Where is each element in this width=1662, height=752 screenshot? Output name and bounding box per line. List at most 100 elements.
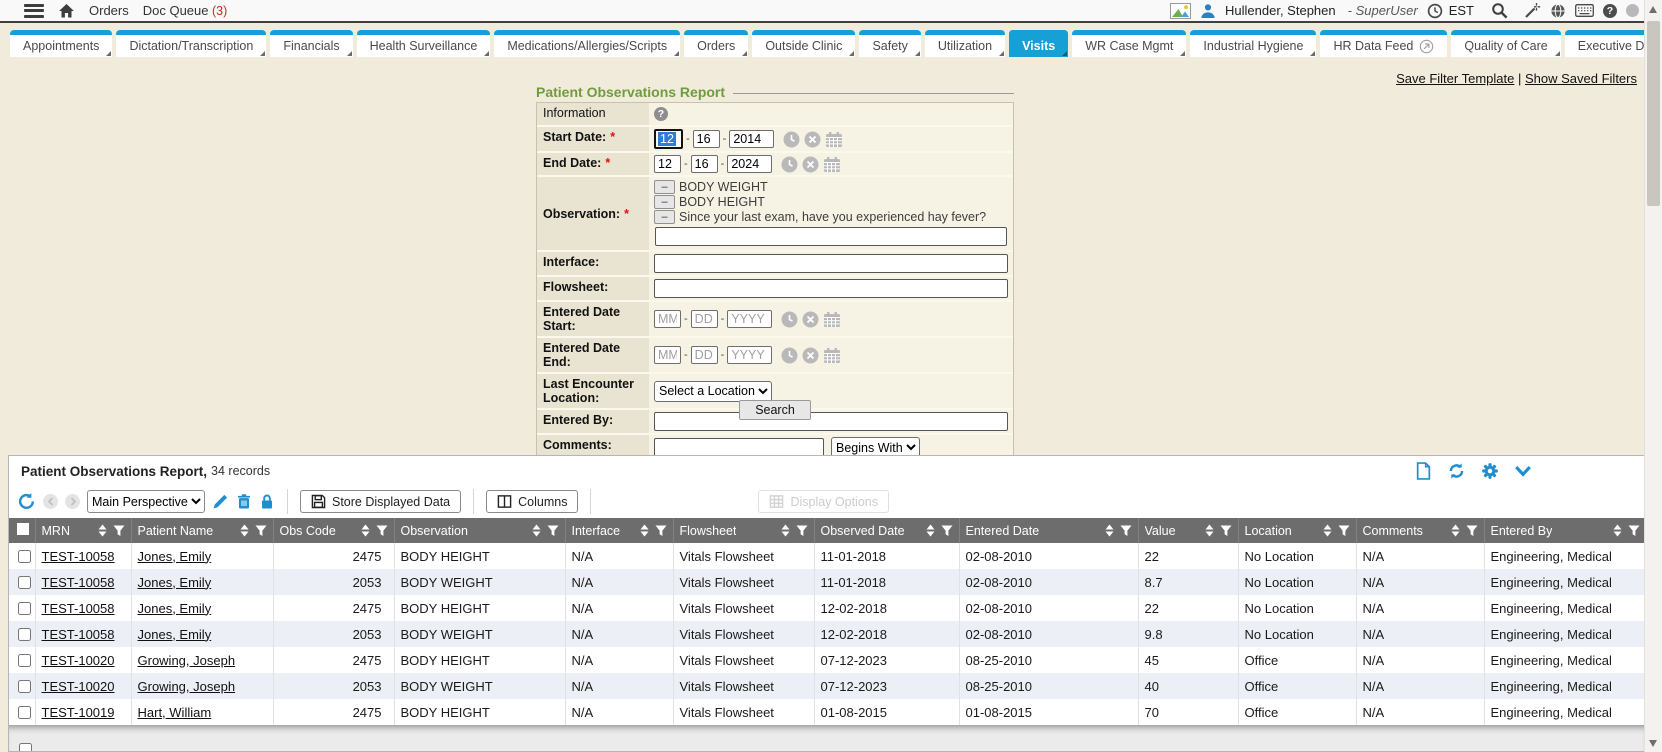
- filter-icon[interactable]: [1628, 525, 1640, 537]
- entered-date-end-calendar-icon[interactable]: [823, 347, 841, 364]
- column-header-comments[interactable]: Comments: [1356, 518, 1484, 543]
- search-icon[interactable]: [1491, 2, 1509, 20]
- sort-icon[interactable]: [532, 524, 541, 537]
- row-checkbox[interactable]: [18, 576, 31, 589]
- status-circle-icon[interactable]: [1626, 4, 1639, 17]
- entered-date-start-clear-icon[interactable]: [802, 311, 819, 328]
- search-button[interactable]: Search: [739, 400, 811, 420]
- start-date-now-icon[interactable]: [783, 131, 800, 148]
- user-name[interactable]: Hullender, Stephen: [1225, 3, 1336, 18]
- entered-date-start-day-input[interactable]: [691, 310, 718, 328]
- mrn-link[interactable]: TEST-10058: [42, 627, 115, 642]
- interface-input[interactable]: [654, 254, 1008, 273]
- row-checkbox[interactable]: [18, 550, 31, 563]
- entered-date-start-calendar-icon[interactable]: [823, 311, 841, 328]
- end-date-clear-icon[interactable]: [802, 156, 819, 173]
- entered-date-end-now-icon[interactable]: [781, 347, 798, 364]
- column-header-interface[interactable]: Interface: [565, 518, 673, 543]
- column-header-patient-name[interactable]: Patient Name: [131, 518, 273, 543]
- filter-icon[interactable]: [1120, 525, 1132, 537]
- reset-icon[interactable]: [17, 492, 36, 511]
- patient-name-link[interactable]: Growing, Joseph: [138, 679, 236, 694]
- image-icon[interactable]: [1170, 3, 1191, 19]
- tab-financials[interactable]: Financials: [270, 30, 352, 57]
- tab-utilization[interactable]: Utilization: [925, 30, 1005, 57]
- row-checkbox[interactable]: [18, 680, 31, 693]
- last-encounter-location-select[interactable]: Select a Location: [654, 381, 772, 402]
- tab-appointments[interactable]: Appointments: [10, 30, 112, 57]
- page-scrollbar[interactable]: [1644, 0, 1662, 752]
- entered-date-start-month-input[interactable]: [654, 310, 681, 328]
- remove-observation-button[interactable]: –: [654, 195, 675, 209]
- filter-icon[interactable]: [376, 525, 388, 537]
- patient-name-link[interactable]: Jones, Emily: [138, 601, 212, 616]
- show-saved-filters-link[interactable]: Show Saved Filters: [1525, 71, 1637, 86]
- filter-icon[interactable]: [655, 525, 667, 537]
- row-checkbox[interactable]: [18, 706, 31, 719]
- row-checkbox[interactable]: [18, 602, 31, 615]
- tab-orders[interactable]: Orders: [684, 30, 748, 57]
- column-header-observation[interactable]: Observation: [394, 518, 565, 543]
- tab-medications-allergies-scripts[interactable]: Medications/Allergies/Scripts: [494, 30, 680, 57]
- tab-safety[interactable]: Safety: [859, 30, 920, 57]
- select-all-checkbox[interactable]: [17, 523, 29, 535]
- perspective-select[interactable]: Main Perspective: [87, 490, 205, 513]
- patient-name-link[interactable]: Jones, Emily: [138, 549, 212, 564]
- scroll-down-icon[interactable]: [1649, 740, 1657, 747]
- tab-quality-of-care[interactable]: Quality of Care: [1451, 30, 1560, 57]
- mrn-link[interactable]: TEST-10058: [42, 601, 115, 616]
- observation-search-input[interactable]: [655, 227, 1007, 246]
- sort-icon[interactable]: [1105, 524, 1114, 537]
- column-header-obs-code[interactable]: Obs Code: [273, 518, 394, 543]
- entered-date-end-day-input[interactable]: [691, 346, 718, 364]
- column-header-mrn[interactable]: MRN: [35, 518, 131, 543]
- mrn-link[interactable]: TEST-10058: [42, 575, 115, 590]
- tab-visits[interactable]: Visits: [1009, 30, 1068, 57]
- scroll-up-icon[interactable]: [1649, 6, 1657, 13]
- filter-icon[interactable]: [1220, 525, 1232, 537]
- filter-icon[interactable]: [1338, 525, 1350, 537]
- end-date-now-icon[interactable]: [781, 156, 798, 173]
- entered-date-end-month-input[interactable]: [654, 346, 681, 364]
- tab-wr-case-mgmt[interactable]: WR Case Mgmt: [1072, 30, 1186, 57]
- help-icon[interactable]: ?: [1603, 4, 1617, 18]
- column-header-value[interactable]: Value: [1138, 518, 1238, 543]
- delete-perspective-icon[interactable]: [236, 493, 252, 510]
- footer-row-checkbox[interactable]: [19, 743, 32, 752]
- mrn-link[interactable]: TEST-10058: [42, 549, 115, 564]
- mrn-link[interactable]: TEST-10019: [42, 705, 115, 720]
- end-date-day-input[interactable]: [691, 155, 718, 173]
- scrollbar-thumb[interactable]: [1647, 21, 1660, 206]
- user-icon[interactable]: [1200, 3, 1216, 19]
- collapse-chevron-icon[interactable]: [1514, 464, 1532, 478]
- filter-icon[interactable]: [255, 525, 267, 537]
- start-date-day-input[interactable]: [693, 130, 720, 148]
- sort-icon[interactable]: [926, 524, 935, 537]
- home-icon[interactable]: [58, 3, 75, 19]
- nav-orders-link[interactable]: Orders: [89, 3, 129, 18]
- sort-icon[interactable]: [781, 524, 790, 537]
- column-header-entered-by[interactable]: Entered By: [1484, 518, 1645, 543]
- sort-icon[interactable]: [1323, 524, 1332, 537]
- nav-doc-queue-link[interactable]: Doc Queue: [143, 3, 209, 18]
- globe-icon[interactable]: [1550, 3, 1566, 19]
- clock-icon[interactable]: [1427, 3, 1443, 19]
- patient-name-link[interactable]: Jones, Emily: [138, 627, 212, 642]
- start-date-clear-icon[interactable]: [804, 131, 821, 148]
- entered-date-start-year-input[interactable]: [727, 310, 772, 328]
- filter-icon[interactable]: [796, 525, 808, 537]
- end-date-calendar-icon[interactable]: [823, 156, 841, 173]
- entered-date-end-year-input[interactable]: [727, 346, 772, 364]
- row-checkbox[interactable]: [18, 654, 31, 667]
- tab-health-surveillance[interactable]: Health Surveillance: [357, 30, 491, 57]
- sort-icon[interactable]: [98, 524, 107, 537]
- new-document-icon[interactable]: [1415, 462, 1432, 480]
- patient-name-link[interactable]: Growing, Joseph: [138, 653, 236, 668]
- sort-icon[interactable]: [361, 524, 370, 537]
- column-header-observed-date[interactable]: Observed Date: [814, 518, 959, 543]
- sort-icon[interactable]: [1205, 524, 1214, 537]
- row-checkbox[interactable]: [18, 628, 31, 641]
- mrn-link[interactable]: TEST-10020: [42, 679, 115, 694]
- tab-industrial-hygiene[interactable]: Industrial Hygiene: [1190, 30, 1316, 57]
- start-date-year-input[interactable]: [729, 130, 774, 148]
